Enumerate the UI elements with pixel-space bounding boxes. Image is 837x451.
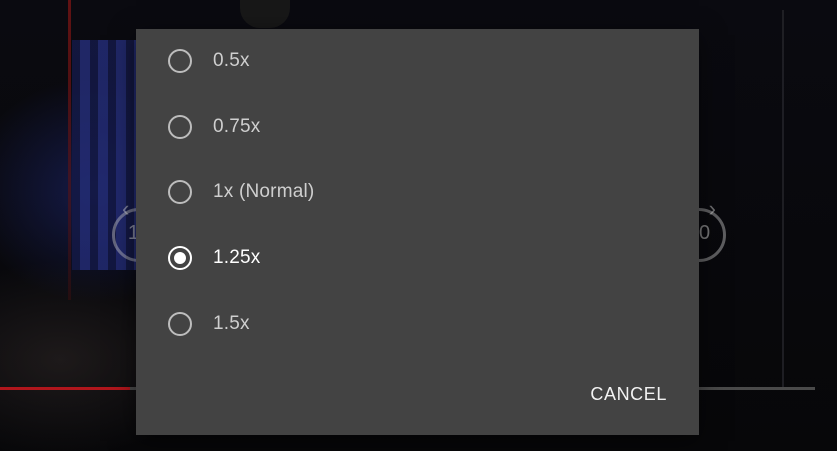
speed-option-label: 1.5x [213, 313, 250, 334]
speed-option-label: 1x (Normal) [213, 181, 315, 202]
radio-icon[interactable] [168, 246, 192, 270]
speed-option-label: 1.25x [213, 247, 261, 268]
speed-option-0-75x[interactable]: 0.75x [136, 101, 699, 153]
radio-icon[interactable] [168, 49, 192, 73]
speed-option-label: 0.75x [213, 116, 261, 137]
radio-dot-icon [174, 252, 186, 264]
video-scene-detail [68, 0, 71, 300]
cancel-button[interactable]: CANCEL [590, 384, 667, 405]
playback-speed-dialog: 0.5x 0.75x 1x (Normal) 1.25x 1.5x CANCEL [136, 29, 699, 435]
radio-icon[interactable] [168, 180, 192, 204]
video-scene-figure [240, 0, 290, 28]
radio-icon[interactable] [168, 312, 192, 336]
speed-option-0-5x[interactable]: 0.5x [136, 35, 699, 87]
speed-option-label: 0.5x [213, 50, 250, 71]
video-scene-detail [782, 10, 784, 390]
radio-icon[interactable] [168, 115, 192, 139]
speed-option-1-25x[interactable]: 1.25x [136, 232, 699, 284]
playback-progress-fill [0, 387, 131, 390]
chevron-right-icon: › [708, 196, 716, 221]
speed-option-1x-normal[interactable]: 1x (Normal) [136, 166, 699, 218]
chevron-left-icon: ‹ [122, 196, 130, 221]
speed-option-1-5x[interactable]: 1.5x [136, 298, 699, 350]
